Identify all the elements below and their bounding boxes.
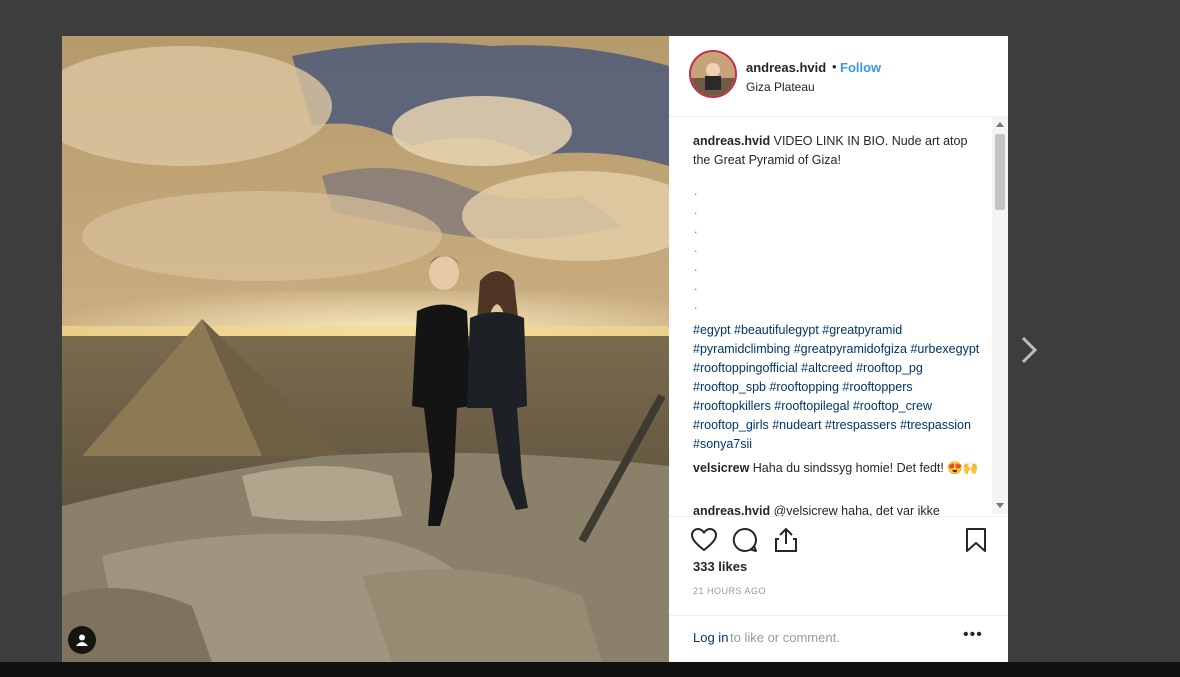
comments-scrollbar[interactable] [992,116,1008,514]
scroll-down-arrow[interactable] [996,503,1004,508]
caption-dot: . [694,184,698,198]
comment-text: Haha du sindssyg homie! Det fedt! 😍🙌 [752,461,979,475]
login-prompt-text: to like or comment. [730,630,840,645]
hashtags[interactable]: #egypt #beautifulegypt #greatpyramid #py… [693,321,989,454]
action-bar [669,516,1008,557]
more-options-icon[interactable]: ••• [963,626,983,644]
follow-button[interactable]: Follow [840,60,881,75]
comment: andreas.hvid @velsicrew haha, det var ik… [693,502,983,516]
post-timestamp[interactable]: 21 HOURS AGO [693,586,766,596]
caption-dot: . [694,279,698,293]
post-modal: andreas.hvid • Follow Giza Plateau andre… [62,36,1008,662]
caption-author[interactable]: andreas.hvid [693,134,770,148]
username-link[interactable]: andreas.hvid [746,60,826,75]
comment-author[interactable]: velsicrew [693,461,749,475]
caption-dot: . [694,260,698,274]
pyramid-night-photo [62,36,669,662]
heart-icon[interactable] [689,525,719,555]
caption-dot: . [694,222,698,236]
post-side-panel: andreas.hvid • Follow Giza Plateau andre… [669,36,1008,662]
caption-dot: . [694,241,698,255]
avatar[interactable] [689,50,737,98]
scroll-thumb[interactable] [995,134,1005,210]
user-tag-icon[interactable] [68,626,96,654]
chevron-right-icon[interactable] [1017,334,1041,366]
caption-dots: . . . . . . . [694,182,697,315]
login-footer: Log in to like or comment. ••• [669,615,1008,663]
comments-area[interactable]: andreas.hvid VIDEO LINK IN BIO. Nude art… [669,116,1008,516]
comment-icon[interactable] [730,525,760,555]
share-icon[interactable] [771,525,801,555]
comment-text: @velsicrew haha, det var ikke [773,504,940,516]
location-link[interactable]: Giza Plateau [746,80,815,94]
caption: andreas.hvid VIDEO LINK IN BIO. Nude art… [693,132,983,170]
login-link[interactable]: Log in [693,630,728,645]
comment-author[interactable]: andreas.hvid [693,504,770,516]
caption-dot: . [694,203,698,217]
separator-dot: • [832,59,837,74]
scroll-up-arrow[interactable] [996,122,1004,127]
bookmark-icon[interactable] [961,525,991,555]
page-bottom-edge [0,662,1180,677]
like-count[interactable]: 333 likes [693,559,747,574]
caption-dot: . [694,298,698,312]
comment: velsicrew Haha du sindssyg homie! Det fe… [693,459,983,478]
post-header: andreas.hvid • Follow Giza Plateau [669,36,1008,117]
post-photo[interactable] [62,36,669,662]
